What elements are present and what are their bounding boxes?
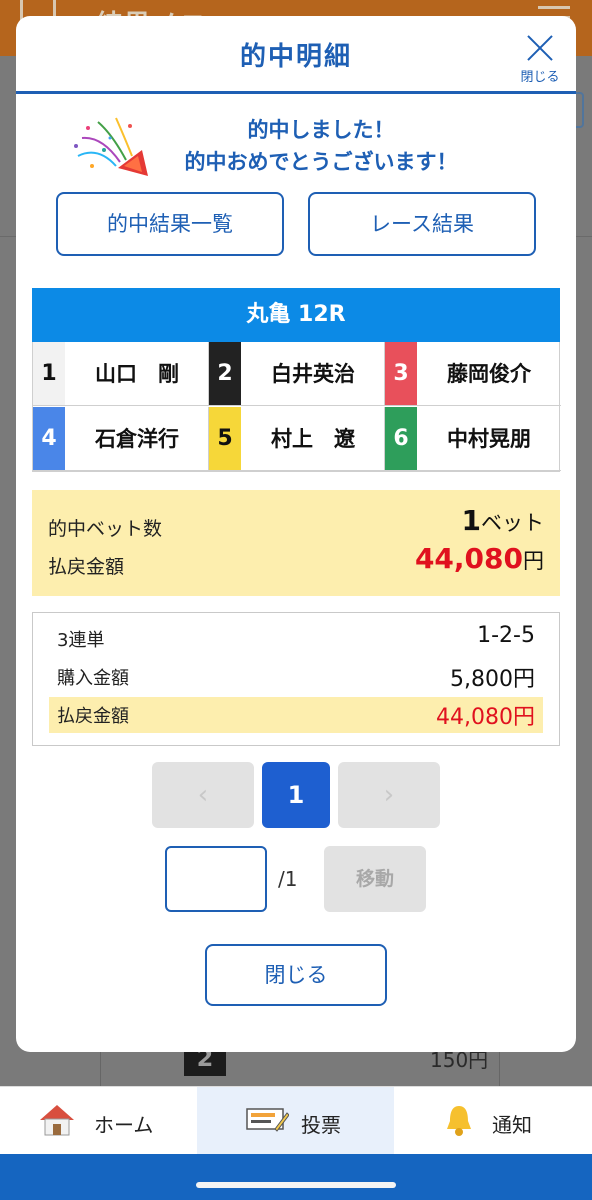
- bet-type-label: 3連単: [57, 630, 105, 651]
- bet-count-number: 1: [461, 504, 481, 537]
- close-icon: [526, 34, 554, 62]
- purchase-row: 購入金額 5,800円: [49, 659, 543, 695]
- racer-number: 6: [385, 407, 417, 470]
- congrats-line1: 的中しました！: [247, 118, 395, 142]
- race-result-button[interactable]: レース結果: [308, 192, 536, 256]
- hit-results-list-button[interactable]: 的中結果一覧: [56, 192, 284, 256]
- payout-label: 払戻金額: [48, 556, 125, 578]
- party-popper-icon: [74, 117, 148, 176]
- racer-name: 中村晃朋: [447, 427, 531, 451]
- racer-name: 白井英治: [271, 362, 355, 386]
- race-title: 丸亀 12R: [32, 288, 560, 342]
- nav-vote[interactable]: 投票: [197, 1087, 394, 1155]
- bottom-nav: ホーム 投票 通知: [0, 1086, 592, 1155]
- modal-title: 的中明細: [239, 42, 352, 72]
- bet-count-unit: ベット: [481, 511, 544, 535]
- racer-name: 石倉洋行: [95, 427, 179, 451]
- payout-value: 44,080円: [415, 542, 544, 575]
- racer-5: 5 村上 遼: [209, 407, 385, 471]
- home-indicator: [196, 1182, 396, 1188]
- modal-close-button[interactable]: 閉じる: [514, 30, 566, 90]
- page-number-input[interactable]: [165, 846, 267, 912]
- racer-4: 4 石倉洋行: [33, 407, 209, 471]
- move-page-button[interactable]: 移動: [324, 846, 426, 912]
- racer-number: 2: [209, 342, 241, 405]
- nav-notify[interactable]: 通知: [394, 1087, 591, 1155]
- home-icon: [40, 1105, 74, 1136]
- racer-2: 2 白井英治: [209, 342, 385, 406]
- hit-summary: 的中ベット数 1ベット 払戻金額 44,080円: [32, 490, 560, 596]
- racer-3: 3 藤岡俊介: [385, 342, 561, 406]
- racer-name: 山口 剛: [95, 362, 179, 386]
- background-menu-icon: [538, 6, 570, 9]
- congrats-text: 的中しました！ 的中おめでとうございます！: [156, 114, 486, 178]
- racer-number: 1: [33, 342, 65, 405]
- racer-grid: 1 山口 剛 2 白井英治 3 藤岡俊介 4 石倉洋行 5 村上 遼 6 中村晃朋: [32, 342, 561, 472]
- racer-6: 6 中村晃朋: [385, 407, 561, 471]
- payout-unit: 円: [523, 549, 544, 573]
- racer-number: 5: [209, 407, 241, 470]
- purchase-label: 購入金額: [57, 668, 129, 689]
- purchase-value: 5,800円: [450, 667, 535, 692]
- bet-type-value: 1-2-5: [477, 623, 535, 648]
- nav-home-label: ホーム: [94, 1113, 154, 1137]
- detail-payout-row: 払戻金額 44,080円: [49, 697, 543, 733]
- bet-detail: 3連単 1-2-5 購入金額 5,800円 払戻金額 44,080円: [32, 612, 560, 746]
- bell-icon: [447, 1106, 471, 1136]
- pager-current-page[interactable]: 1: [262, 762, 330, 828]
- close-modal-button[interactable]: 閉じる: [205, 944, 387, 1006]
- bet-type-row: 3連単 1-2-5: [49, 621, 543, 657]
- detail-payout-label: 払戻金額: [57, 706, 129, 727]
- congrats-message: 的中しました！ 的中おめでとうございます！: [16, 114, 576, 184]
- payout-number: 44,080: [414, 542, 523, 575]
- pager-prev-button[interactable]: ‹: [152, 762, 254, 828]
- nav-home[interactable]: ホーム: [0, 1087, 197, 1155]
- modal-header: 的中明細 閉じる: [16, 16, 576, 94]
- racer-name: 藤岡俊介: [447, 362, 531, 386]
- page-total: /1: [278, 867, 298, 891]
- racer-name: 村上 遼: [271, 427, 355, 451]
- ticket-icon: [246, 1108, 289, 1132]
- nav-notify-label: 通知: [492, 1113, 532, 1137]
- racer-number: 3: [385, 342, 417, 405]
- racer-number: 4: [33, 407, 65, 470]
- hit-detail-modal: 的中明細 閉じる 的中しました！ 的中おめでとうございます！ 的中結果一覧 レー…: [16, 16, 576, 1052]
- detail-payout-value: 44,080円: [436, 705, 535, 730]
- racer-1: 1 山口 剛: [33, 342, 209, 406]
- congrats-line2: 的中おめでとうございます！: [184, 150, 458, 174]
- bet-count-value: 1ベット: [462, 504, 544, 537]
- nav-vote-label: 投票: [301, 1113, 341, 1137]
- pager-next-button[interactable]: ›: [338, 762, 440, 828]
- bet-count-label: 的中ベット数: [48, 518, 163, 540]
- modal-close-label: 閉じる: [520, 70, 560, 85]
- system-bar: [0, 1154, 592, 1200]
